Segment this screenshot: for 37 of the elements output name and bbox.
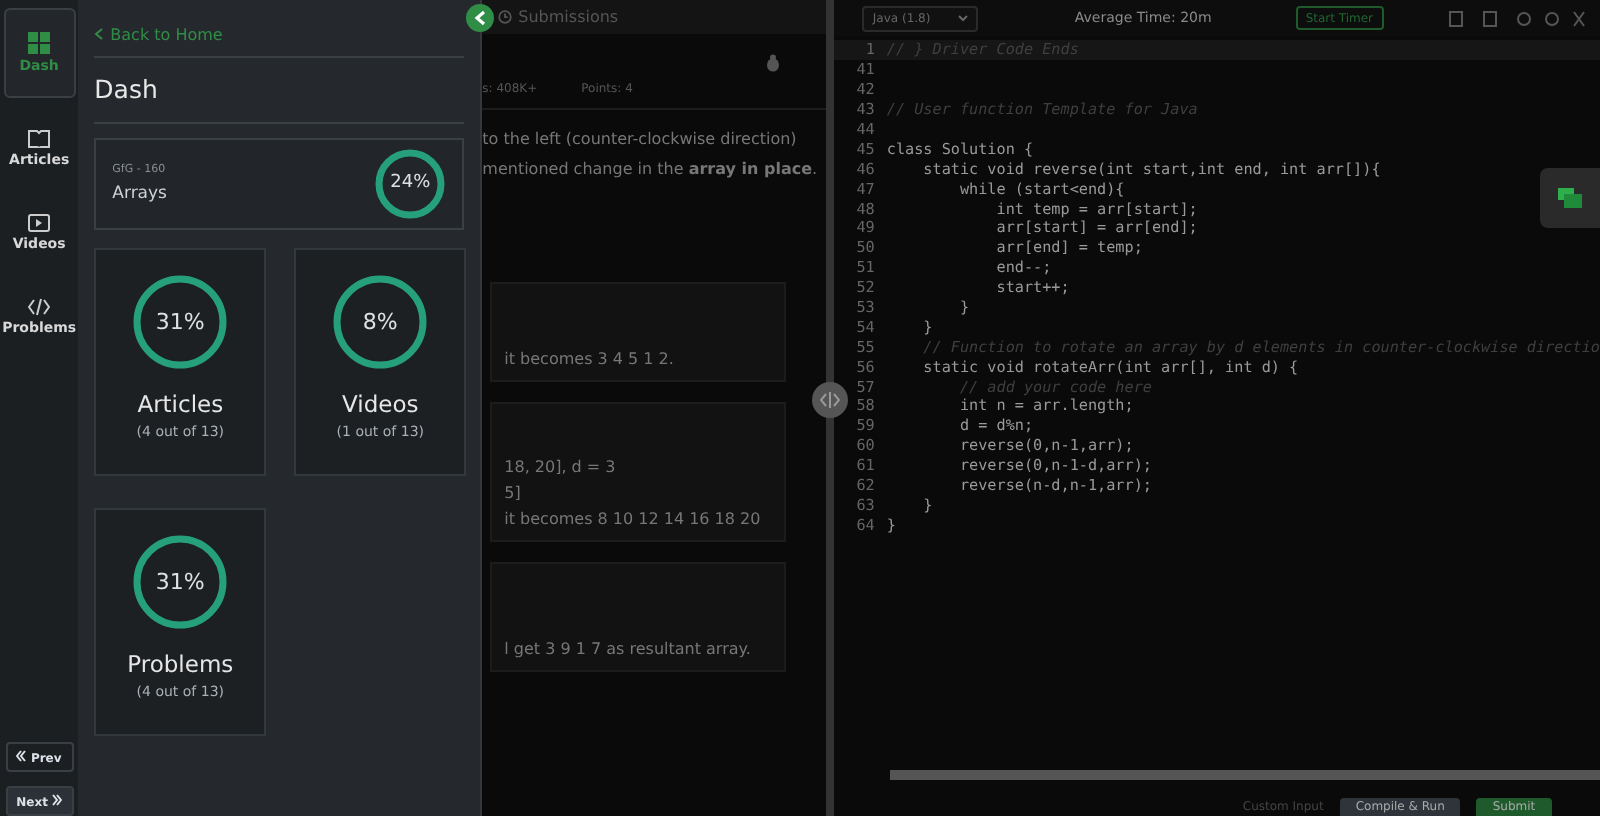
panel-title: Dash [94,72,160,108]
example-text: it becomes 3 4 5 1 2. [504,350,676,368]
code-icon [28,297,51,315]
collapse-button[interactable] [466,4,495,32]
example-text: l get 3 9 1 7 as resultant array. [504,640,753,658]
progress-ring [132,534,229,630]
progress-percent: 31% [155,571,205,593]
progress-percent: 24% [390,175,431,193]
problem-text: to the left (counter-clockwise direction) [482,130,799,148]
example-text: it becomes 8 10 12 14 16 18 20 [504,510,763,528]
chevron-icon [474,10,487,26]
toolbar-icons-drawing[interactable] [1448,9,1588,27]
card-title: Videos [342,390,419,418]
problem-text: mentioned change in the array in place. [482,160,820,178]
example-text: 18, 20], d = 3 [504,458,618,476]
scrollbar[interactable] [890,770,1600,780]
book-icon [28,129,51,147]
back-link[interactable]: Back to Home [94,20,465,48]
example-text: 5] [504,484,523,502]
chat-button[interactable] [1540,168,1600,228]
progress-percent: 8% [362,311,398,333]
card-title: Articles [137,390,224,418]
card-title: Problems [127,650,234,678]
progress-percent: 31% [155,311,205,333]
clock-icon [498,10,513,24]
bug-icon [764,54,783,72]
play-icon [28,213,51,231]
progress-ring [132,274,229,370]
progress-ring [374,148,447,220]
chat-icon [1558,188,1582,208]
progress-ring [332,274,429,370]
chevron-icon [94,28,105,40]
caret-icon [958,14,969,22]
grid-icon [28,32,51,54]
course-name: Arrays [112,184,167,204]
double-chevron-icon [16,749,27,761]
double-chevron-icon [52,793,63,805]
